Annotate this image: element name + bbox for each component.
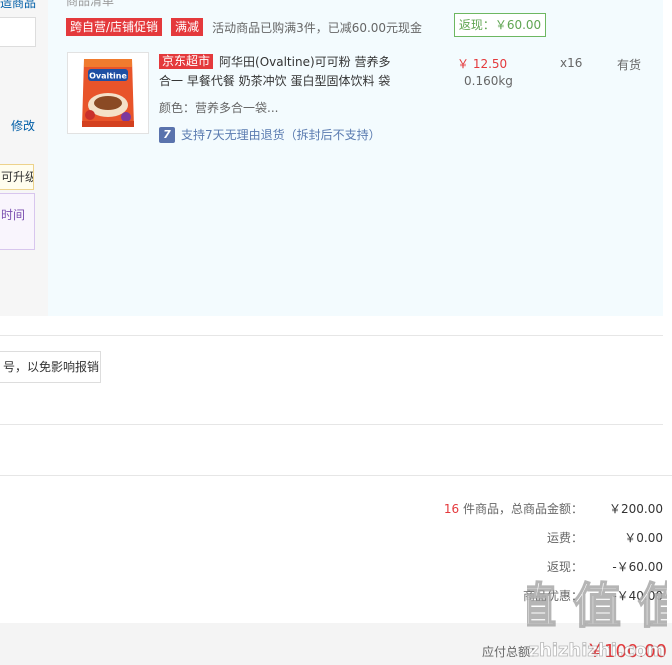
discount-amount: -￥40.00 bbox=[612, 588, 663, 603]
product-price: ￥ 12.50 bbox=[457, 57, 508, 71]
payment-bar bbox=[0, 623, 672, 665]
pay-total-label: 应付总额： bbox=[482, 645, 543, 659]
summary-discount-row: 商品优惠： -￥40.00 bbox=[523, 586, 663, 604]
section-divider bbox=[0, 424, 663, 425]
section-title-cut: 商品清单 bbox=[66, 0, 115, 8]
section-divider bbox=[0, 335, 663, 336]
jd-supermarket-tag: 京东超市 bbox=[159, 54, 214, 69]
product-image[interactable]: Ovaltine bbox=[67, 52, 149, 134]
summary-rebate-row: 返现： -￥60.00 bbox=[547, 557, 663, 575]
return-policy: 7 支持7天无理由退货（拆封后不支持） bbox=[159, 126, 381, 143]
stock-status: 有货 bbox=[617, 58, 642, 72]
rebate-amount: -￥60.00 bbox=[612, 559, 663, 574]
left-top-link[interactable]: 造商品 bbox=[0, 0, 36, 11]
item-count-label: 件商品，总商品金额： bbox=[459, 501, 583, 516]
product-attribute: 颜色：营养多合一袋... bbox=[159, 101, 279, 115]
product-weight: 0.160kg bbox=[464, 74, 513, 88]
order-item-panel: 商品清单 跨自营/店铺促销 满减 活动商品已购满3件，已减60.00元现金 返现… bbox=[48, 0, 663, 316]
upgrade-tooltip: 可升级 bbox=[0, 164, 34, 190]
delivery-time-box[interactable]: 时间 bbox=[0, 193, 35, 250]
ovaltine-bag-icon: Ovaltine bbox=[82, 59, 134, 127]
section-divider bbox=[0, 475, 672, 476]
item-count: 16 bbox=[443, 501, 460, 516]
total-amount: ￥200.00 bbox=[609, 501, 663, 516]
promo-row: 跨自营/店铺促销 满减 活动商品已购满3件，已减60.00元现金 bbox=[66, 16, 422, 38]
left-input-box[interactable] bbox=[0, 17, 36, 47]
left-column: 造商品 修改 可升级 时间 bbox=[0, 0, 48, 316]
rebate-label: 返现： bbox=[546, 559, 583, 574]
shipping-amount: ￥0.00 bbox=[624, 530, 663, 545]
product-quantity: x16 bbox=[560, 56, 583, 70]
brand-logo-text: Ovaltine bbox=[89, 72, 127, 81]
seven-day-return-icon: 7 bbox=[159, 126, 175, 143]
promo-description: 活动商品已购满3件，已减60.00元现金 bbox=[212, 20, 423, 35]
return-policy-text: 支持7天无理由退货（拆封后不支持） bbox=[181, 128, 381, 142]
rebate-badge: 返现：￥60.00 bbox=[454, 13, 546, 37]
invoice-tip: 号，以免影响报销 bbox=[0, 351, 101, 383]
discount-label: 商品优惠： bbox=[522, 588, 583, 603]
cross-promo-tag: 跨自营/店铺促销 bbox=[66, 18, 163, 36]
pay-total-amount: ￥100.00 bbox=[586, 641, 667, 662]
edit-link[interactable]: 修改 bbox=[11, 117, 35, 134]
shipping-label: 运费： bbox=[546, 530, 583, 545]
summary-shipping-row: 运费： ￥0.00 bbox=[547, 528, 663, 546]
summary-total-row: 16 件商品，总商品金额： ￥200.00 bbox=[444, 499, 663, 517]
product-title[interactable]: 京东超市 阿华田(Ovaltine)可可粉 营养多合一 早餐代餐 奶茶冲饮 蛋白型… bbox=[159, 53, 394, 91]
delivery-time-label: 时间 bbox=[1, 208, 26, 222]
full-reduce-tag: 满减 bbox=[171, 18, 204, 36]
